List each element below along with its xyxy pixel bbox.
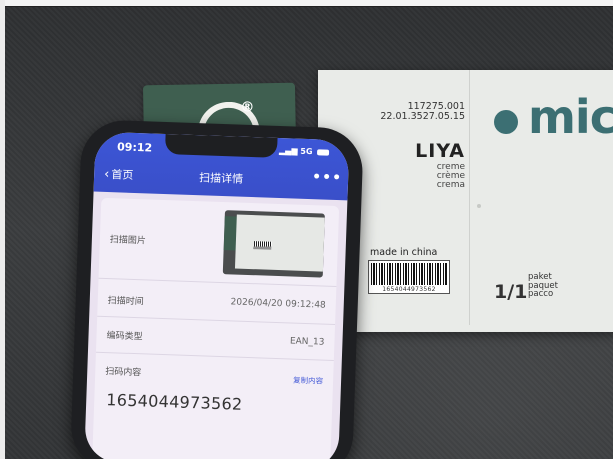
page-title: 扫描详情 [198,171,244,186]
brand-dot-icon [494,110,518,134]
color-name-3: crema [436,180,465,190]
barcode-bars [371,263,447,285]
type-row: 编码类型 EAN_13 [95,315,336,362]
pack-count: 1/1 [494,281,528,303]
time-label: 扫描时间 [107,296,144,308]
product-label-card: 117275.001 22.01.3527.05.15 LIYA creme c… [318,70,613,332]
time-value: 2026/04/20 09:12:48 [230,297,326,311]
origin-text: made in china [370,247,438,258]
image-row: 扫描图片 [98,197,340,288]
smartphone: 09:12 ▂▄▆ 5G ‹ 首页 扫描详情 ••• 扫描图片 扫描时间 202… [69,119,364,459]
scan-detail-panel: 扫描图片 扫描时间 2026/04/20 09:12:48 编码类型 EAN_1… [91,197,340,459]
image-left-border [0,0,5,459]
pack-units: paket paquet pacco [528,273,558,299]
label-codes: 117275.001 22.01.3527.05.15 [370,102,465,122]
scan-content-value: 1654044973562 [105,390,243,414]
image-top-border [0,0,613,7]
printed-barcode: 1654044973562 [368,260,450,294]
type-value: EAN_13 [289,336,325,348]
photo-scene: ® 117275.001 22.01.3527.05.15 LIYA creme… [0,0,613,459]
app-header: 09:12 ▂▄▆ 5G ‹ 首页 扫描详情 ••• [93,131,350,201]
scan-image-thumbnail[interactable] [222,210,325,278]
thumb-barcode [253,241,272,250]
status-icons: ▂▄▆ 5G [278,145,330,157]
content-label: 扫码内容 [105,367,142,379]
signal-icon: ▂▄▆ [278,145,298,156]
network-label: 5G [300,146,313,157]
pack-unit-3: pacco [528,289,554,299]
card-dot [477,204,481,208]
registered-mark: ® [240,99,255,116]
brand-name: mic [528,90,613,144]
barcode-number: 1654044973562 [382,286,436,293]
status-time: 09:12 [116,140,153,155]
color-names: creme crème crema [370,163,465,190]
product-name: LIYA [415,140,465,162]
label-code-line-2: 22.01.3527.05.15 [380,111,465,122]
copy-content-button[interactable]: 复制内容 [293,375,323,387]
phone-notch [164,134,278,158]
more-options-button[interactable]: ••• [312,169,342,186]
thumb-card [234,214,325,272]
card-divider [469,70,470,325]
type-label: 编码类型 [106,331,143,343]
phone-screen: 09:12 ▂▄▆ 5G ‹ 首页 扫描详情 ••• 扫描图片 扫描时间 202… [84,131,350,459]
battery-icon [317,148,330,156]
image-label: 扫描图片 [109,235,147,247]
